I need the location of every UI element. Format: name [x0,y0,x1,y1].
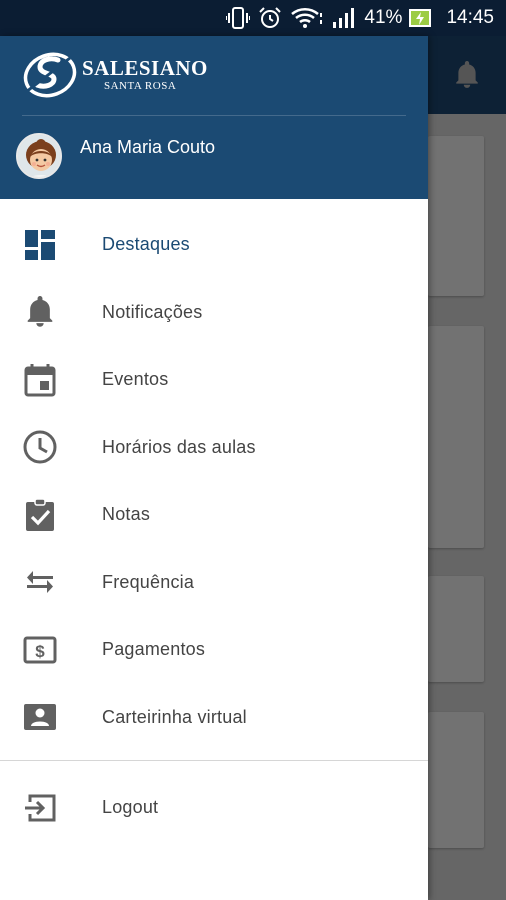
menu-item-label: Eventos [102,369,169,390]
alarm-icon [258,6,282,30]
background-card [428,576,484,682]
menu-item-label: Frequência [102,571,195,592]
menu-item-frequencia[interactable]: Frequência [0,549,428,617]
background-card [428,712,484,848]
menu-item-label: Destaques [102,234,190,255]
menu-item-destaques[interactable]: Destaques [0,211,428,279]
logo-title: SALESIANO [82,56,208,80]
logout-icon [22,790,58,826]
vibrate-icon [226,7,251,29]
logout-button[interactable]: Logout [0,774,428,842]
menu-item-label: Notificações [102,301,203,322]
id-card-icon [22,699,58,735]
menu-item-eventos[interactable]: Eventos [0,346,428,414]
menu-item-pagamentos[interactable]: $ Pagamentos [0,616,428,684]
menu-item-label: Pagamentos [102,639,206,660]
logo-subtitle: SANTA ROSA [104,80,177,92]
calendar-icon [22,362,58,398]
navigation-drawer: SALESIANO SANTA ROSA Ana Maria Couto Des… [0,36,428,900]
bell-icon [22,294,58,330]
menu-item-notas[interactable]: Notas [0,481,428,549]
svg-text:$: $ [35,642,45,661]
background-content [428,36,506,900]
dashboard-icon [22,227,58,263]
clock-time: 14:45 [446,7,494,28]
battery-percent: 41% [364,7,403,28]
menu-item-label: Notas [102,504,151,525]
money-icon: $ [22,632,58,668]
logout-section: Logout [0,774,428,842]
bell-icon [456,61,478,88]
clipboard-check-icon [22,497,58,533]
wifi-icon [290,7,324,29]
drawer-header: SALESIANO SANTA ROSA Ana Maria Couto [0,36,428,199]
background-card [428,136,484,296]
user-name: Ana Maria Couto [80,137,216,157]
clock-icon [22,429,58,465]
menu-item-label: Carteirinha virtual [102,706,247,727]
salesiano-logo-icon [23,52,77,98]
menu-item-notificacoes[interactable]: Notificações [0,279,428,347]
menu-divider [0,760,428,761]
menu-item-horarios[interactable]: Horários das aulas [0,414,428,482]
menu-item-carteirinha[interactable]: Carteirinha virtual [0,684,428,752]
status-bar: 41% 14:45 [0,0,506,36]
avatar[interactable] [16,133,62,179]
background-toolbar [428,36,506,114]
battery-charging-icon [408,7,432,29]
logout-label: Logout [102,797,159,818]
signal-icon [332,7,356,29]
drawer-menu: Destaques Notificações Eventos Horários … [0,211,428,751]
swap-arrows-icon [22,564,58,600]
avatar-girl-icon [18,135,60,177]
background-card [428,326,484,548]
menu-item-label: Horários das aulas [102,436,256,457]
header-divider [22,115,406,116]
school-logo: SALESIANO SANTA ROSA [22,50,208,100]
